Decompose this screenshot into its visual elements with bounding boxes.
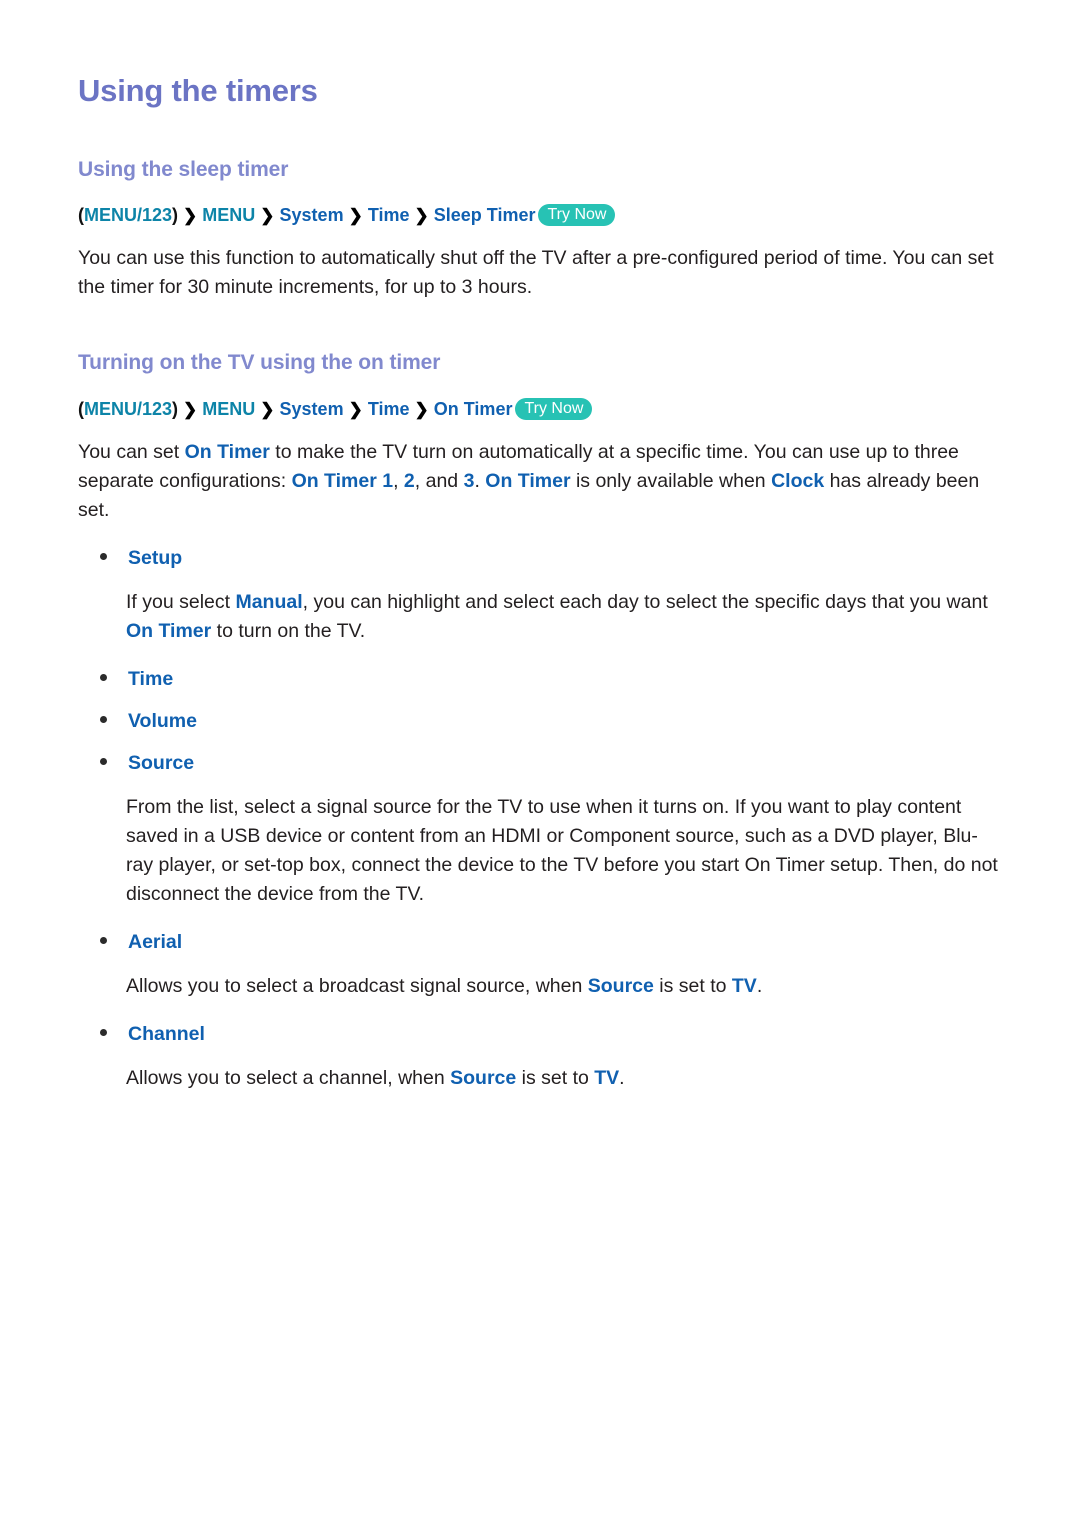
chevron-right-icon: ❯ — [348, 399, 363, 419]
breadcrumb-item-menu[interactable]: MENU — [202, 205, 255, 225]
section-heading-sleep-timer: Using the sleep timer — [78, 158, 289, 182]
text-fragment: You can use this function to automatical… — [78, 247, 994, 299]
channel-description: Allows you to select a channel, when Sou… — [126, 1064, 1002, 1093]
list-item-label: Source — [128, 751, 195, 774]
on-timer-intro: You can set On Timer to make the TV turn… — [78, 438, 1002, 525]
section-heading-on-timer: Turning on the TV using the on timer — [78, 351, 441, 375]
list-item-label: Volume — [128, 709, 197, 732]
breadcrumb-item-system[interactable]: System — [280, 205, 344, 225]
chevron-right-icon: ❯ — [183, 206, 198, 226]
text-fragment: . — [619, 1066, 625, 1089]
text-fragment: . — [474, 469, 486, 492]
text-fragment: is set to — [653, 974, 732, 997]
text-fragment: Allows you to select a channel, when — [126, 1066, 451, 1089]
text-fragment: is set to — [516, 1066, 595, 1089]
list-item-label: Channel — [128, 1022, 205, 1045]
bullet-dot-icon — [100, 673, 107, 681]
list-item-channel: Channel — [78, 1021, 1002, 1047]
chevron-right-icon: ❯ — [260, 206, 275, 226]
source-description: From the list, select a signal source fo… — [126, 793, 1002, 909]
breadcrumb-item-sleep-timer[interactable]: Sleep Timer — [434, 205, 536, 225]
inline-term-manual: Manual — [235, 590, 303, 613]
text-fragment: Allows you to select a broadcast signal … — [126, 974, 588, 997]
inline-term-source: Source — [450, 1066, 517, 1089]
document-page: Using the timers Using the sleep timer (… — [0, 0, 1080, 1093]
text-fragment: is only available when — [570, 469, 772, 492]
breadcrumb-item-menu123[interactable]: MENU/123 — [84, 205, 172, 225]
inline-term-on-timer: On Timer — [184, 440, 270, 463]
text-fragment: From the list, select a signal source fo… — [126, 795, 998, 905]
inline-term-2: 2 — [403, 469, 415, 492]
list-item-setup: Setup — [78, 545, 1002, 571]
breadcrumb-item-time[interactable]: Time — [368, 399, 410, 419]
text-fragment: You can set — [78, 440, 185, 463]
bullet-dot-icon — [100, 552, 107, 560]
chevron-right-icon: ❯ — [414, 206, 429, 226]
list-item-label: Time — [128, 667, 174, 690]
list-item-time: Time — [78, 666, 1002, 692]
text-fragment: , and — [414, 469, 464, 492]
inline-term-source: Source — [587, 974, 654, 997]
breadcrumb-on-timer: (MENU/123) ❯ MENU ❯ System ❯ Time ❯ On Timer Try … — [78, 397, 1002, 421]
text-fragment: If you select — [126, 590, 236, 613]
text-fragment: , you can highlight and select each day … — [302, 590, 988, 613]
inline-term-on-timer: On Timer — [126, 619, 212, 642]
aerial-description: Allows you to select a broadcast signal … — [126, 972, 1002, 1001]
chevron-right-icon: ❯ — [260, 399, 275, 419]
text-fragment: to turn on the TV. — [211, 619, 366, 642]
inline-term-on-timer-1: On Timer 1 — [291, 469, 394, 492]
bullet-dot-icon — [100, 757, 107, 765]
bullet-dot-icon — [100, 936, 107, 944]
bullet-dot-icon — [100, 715, 107, 723]
inline-term-on-timer-2: On Timer — [485, 469, 571, 492]
list-item-volume: Volume — [78, 708, 1002, 734]
bullet-dot-icon — [100, 1028, 107, 1036]
list-item-source: Source — [78, 750, 1002, 776]
breadcrumb-item-time[interactable]: Time — [368, 205, 410, 225]
inline-term-3: 3 — [463, 469, 475, 492]
text-fragment: . — [756, 974, 763, 997]
inline-term-tv: TV — [731, 974, 757, 997]
chevron-right-icon: ❯ — [348, 206, 363, 226]
breadcrumb-item-system[interactable]: System — [280, 399, 344, 419]
chevron-right-icon: ❯ — [183, 399, 198, 419]
list-item-label: Aerial — [128, 930, 183, 953]
list-item-aerial: Aerial — [78, 929, 1002, 955]
breadcrumb-item-on-timer[interactable]: On Timer — [434, 399, 513, 419]
breadcrumb-item-menu123[interactable]: MENU/123 — [84, 399, 172, 419]
list-item-label: Setup — [128, 546, 183, 569]
chevron-right-icon: ❯ — [414, 399, 429, 419]
setup-description: If you select Manual, you can highlight … — [126, 588, 1002, 646]
inline-term-tv: TV — [594, 1066, 620, 1089]
inline-term-clock: Clock — [771, 469, 825, 492]
try-now-badge[interactable]: Try Now — [538, 204, 616, 227]
try-now-badge[interactable]: Try Now — [515, 397, 593, 420]
sleep-timer-description: You can use this function to automatical… — [78, 244, 1002, 302]
breadcrumb-item-menu[interactable]: MENU — [202, 399, 255, 419]
page-title: Using the timers — [78, 73, 318, 108]
text-fragment: , — [393, 469, 404, 492]
breadcrumb-sleep-timer: (MENU/123) ❯ MENU ❯ System ❯ Time ❯ Sleep Timer T… — [78, 204, 1002, 227]
